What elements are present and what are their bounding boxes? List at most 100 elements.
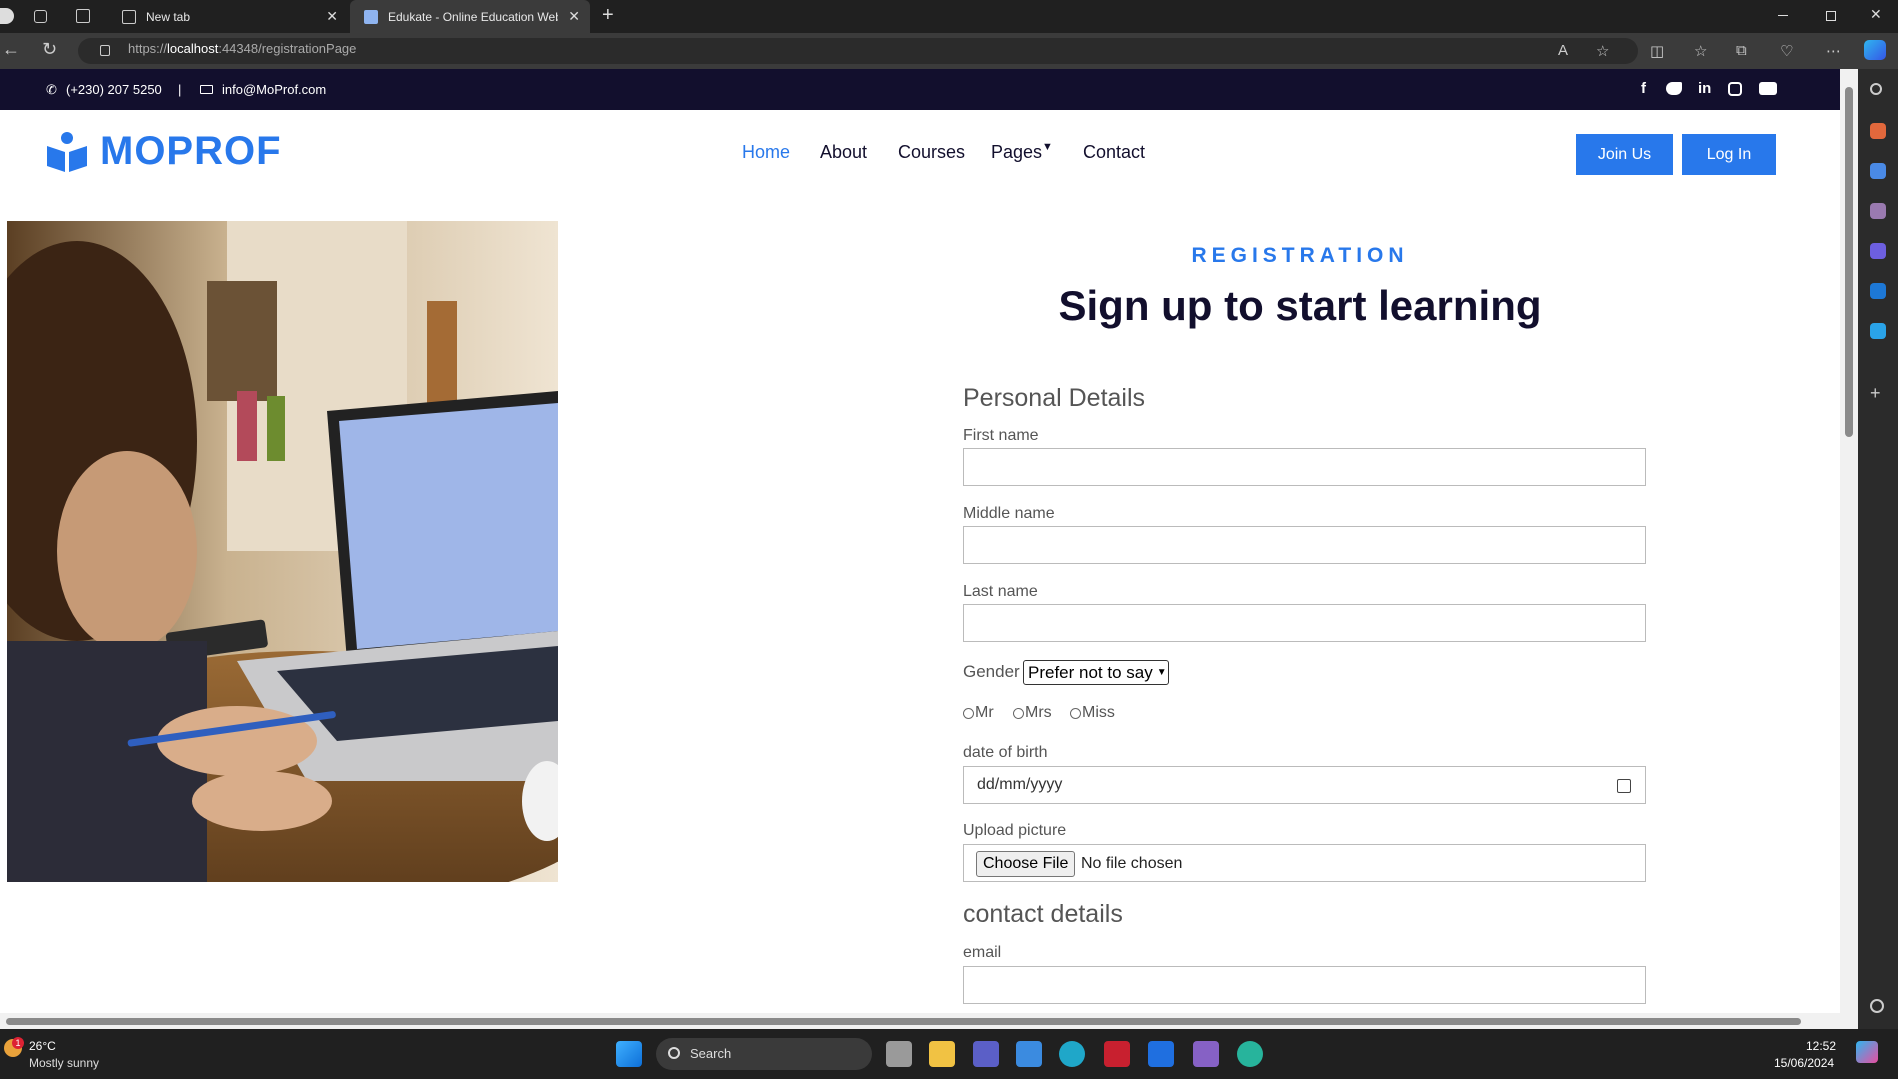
tab-label: Edukate - Online Education Web bbox=[388, 9, 558, 24]
join-us-button[interactable]: Join Us bbox=[1576, 134, 1673, 175]
radio-miss[interactable]: Miss bbox=[1070, 704, 1115, 722]
teams-icon[interactable] bbox=[973, 1041, 999, 1067]
split-screen-icon[interactable]: ◫ bbox=[1650, 42, 1664, 60]
edge-icon[interactable] bbox=[1059, 1041, 1085, 1067]
page-title: Sign up to start learning bbox=[1058, 282, 1542, 329]
nav-home[interactable]: Home bbox=[742, 142, 790, 163]
collections-icon[interactable]: ⧉ bbox=[1736, 42, 1747, 59]
tab-label: New tab bbox=[146, 9, 191, 24]
minimize-icon[interactable] bbox=[1778, 15, 1788, 16]
gender-label: Gender bbox=[963, 662, 1020, 681]
search-icon bbox=[668, 1047, 680, 1059]
send-icon[interactable] bbox=[1870, 323, 1886, 339]
log-in-button[interactable]: Log In bbox=[1682, 134, 1776, 175]
personal-details-heading: Personal Details bbox=[963, 384, 1146, 412]
radio-mrs[interactable]: Mrs bbox=[1013, 704, 1052, 722]
profile-icon[interactable] bbox=[0, 8, 14, 24]
horizontal-scrollbar[interactable] bbox=[0, 1013, 1840, 1029]
twitter-icon[interactable] bbox=[1666, 82, 1682, 95]
chevron-down-icon: ▼ bbox=[1156, 667, 1167, 678]
nav-about[interactable]: About bbox=[820, 142, 867, 163]
visual-studio-icon[interactable] bbox=[1193, 1041, 1219, 1067]
tab-actions-icon[interactable] bbox=[76, 9, 90, 23]
picture-file-input[interactable]: Choose File No file chosen bbox=[963, 844, 1646, 882]
start-icon[interactable] bbox=[616, 1041, 642, 1067]
close-icon[interactable]: ✕ bbox=[326, 8, 338, 25]
email-address[interactable]: info@MoProf.com bbox=[222, 82, 326, 97]
dob-input[interactable]: dd/mm/yyyy bbox=[963, 766, 1646, 804]
edge-sidebar: + bbox=[1858, 69, 1898, 1029]
workspaces-icon[interactable] bbox=[34, 10, 47, 23]
scroll-thumb[interactable] bbox=[1845, 87, 1853, 437]
clock-date: 15/06/2024 bbox=[1774, 1056, 1835, 1070]
search-icon[interactable] bbox=[1870, 83, 1882, 95]
dob-placeholder: dd/mm/yyyy bbox=[977, 776, 1063, 793]
vertical-scrollbar[interactable] bbox=[1840, 69, 1858, 1029]
choose-file-button[interactable]: Choose File bbox=[976, 851, 1076, 877]
radio-mr[interactable]: Mr bbox=[963, 704, 994, 722]
radio-circle[interactable] bbox=[1070, 707, 1081, 719]
nav-contact[interactable]: Contact bbox=[1083, 142, 1145, 163]
health-icon[interactable]: ♡ bbox=[1780, 42, 1793, 60]
close-icon[interactable]: ✕ bbox=[568, 8, 580, 25]
more-icon[interactable]: ⋯ bbox=[1826, 42, 1841, 60]
last-name-label: Last name bbox=[963, 583, 1038, 600]
tools-icon[interactable] bbox=[1870, 123, 1886, 139]
file-explorer-icon[interactable] bbox=[929, 1041, 955, 1067]
email-label: email bbox=[963, 944, 1002, 961]
lock-icon bbox=[100, 45, 110, 56]
instagram-icon[interactable] bbox=[1728, 82, 1742, 96]
store-icon[interactable] bbox=[1016, 1041, 1042, 1067]
refresh-icon[interactable]: ↻ bbox=[42, 39, 57, 60]
linkedin-icon[interactable]: in bbox=[1698, 80, 1711, 97]
search-box[interactable]: Search bbox=[656, 1038, 872, 1070]
dob-label: date of birth bbox=[963, 744, 1048, 761]
back-icon[interactable]: ← bbox=[2, 39, 20, 60]
favorites-icon[interactable]: ☆ bbox=[1694, 42, 1707, 60]
read-aloud-icon[interactable]: A bbox=[1558, 42, 1568, 59]
radio-circle[interactable] bbox=[963, 707, 974, 719]
separator: | bbox=[178, 82, 182, 97]
gender-select[interactable]: Prefer not to say ▼ bbox=[1023, 660, 1169, 685]
logo[interactable]: MOPROF bbox=[46, 128, 282, 174]
nav-courses[interactable]: Courses bbox=[898, 142, 965, 163]
radio-circle[interactable] bbox=[1013, 707, 1024, 719]
m365-icon[interactable] bbox=[1870, 243, 1886, 259]
clock-time: 12:52 bbox=[1806, 1039, 1837, 1053]
favorite-icon[interactable]: ☆ bbox=[1596, 42, 1609, 60]
book-reader-icon bbox=[47, 132, 87, 172]
edge-dev-icon[interactable] bbox=[1237, 1041, 1263, 1067]
copilot-icon[interactable] bbox=[1864, 40, 1886, 60]
task-view-icon[interactable] bbox=[886, 1041, 912, 1067]
games-icon[interactable] bbox=[1870, 203, 1886, 219]
mcafee-icon[interactable] bbox=[1104, 1041, 1130, 1067]
close-window-icon[interactable]: ✕ bbox=[1870, 6, 1882, 23]
last-name-input[interactable] bbox=[963, 604, 1646, 642]
chevron-down-icon[interactable]: ▼ bbox=[1042, 141, 1053, 153]
shopping-icon[interactable] bbox=[1870, 163, 1886, 179]
nav-pages[interactable]: Pages bbox=[991, 142, 1042, 163]
new-tab-icon[interactable]: + bbox=[602, 4, 614, 27]
tab-edukate[interactable]: Edukate - Online Education Web ✕ bbox=[350, 0, 590, 33]
copilot-icon[interactable] bbox=[1856, 1041, 1878, 1063]
registration-eyebrow: REGISTRATION bbox=[1191, 244, 1409, 267]
settings-icon[interactable] bbox=[1870, 999, 1884, 1013]
first-name-input[interactable] bbox=[963, 448, 1646, 486]
add-icon[interactable]: + bbox=[1870, 384, 1886, 402]
restore-icon[interactable] bbox=[1826, 11, 1836, 21]
dropbox-icon[interactable] bbox=[1148, 1041, 1174, 1067]
contact-details-heading: contact details bbox=[963, 900, 1123, 928]
upload-label: Upload picture bbox=[963, 822, 1067, 839]
logo-text: MOPROF bbox=[100, 128, 282, 173]
gender-value: Prefer not to say bbox=[1028, 662, 1153, 682]
calendar-icon[interactable] bbox=[1617, 779, 1631, 793]
email-input[interactable] bbox=[963, 966, 1646, 1004]
middle-name-input[interactable] bbox=[963, 526, 1646, 564]
facebook-icon[interactable]: f bbox=[1641, 80, 1646, 97]
youtube-icon[interactable] bbox=[1759, 82, 1777, 95]
outlook-icon[interactable] bbox=[1870, 283, 1886, 299]
tab-new-tab[interactable]: New tab ✕ bbox=[108, 0, 348, 33]
weather-text: Mostly sunny bbox=[29, 1056, 100, 1070]
scroll-thumb[interactable] bbox=[6, 1018, 1801, 1025]
no-file-text: No file chosen bbox=[1081, 855, 1183, 872]
